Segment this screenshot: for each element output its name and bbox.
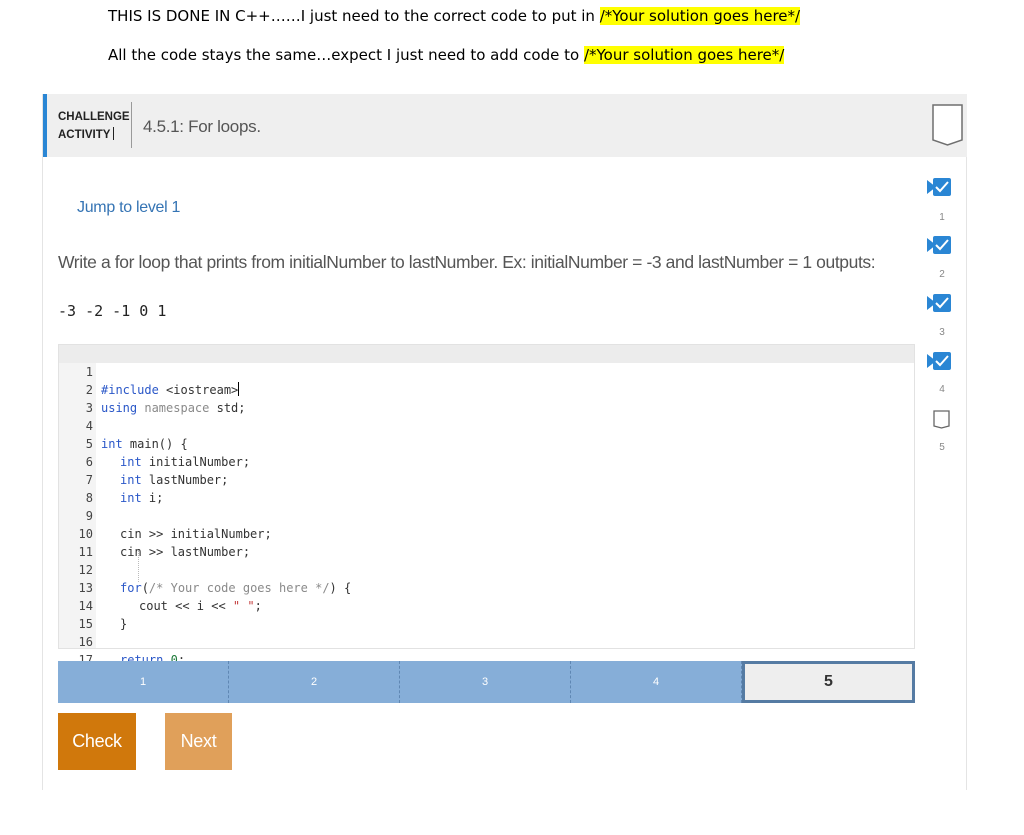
editor-caret: [238, 382, 239, 396]
code-type: int: [120, 455, 142, 469]
code-keyword: using: [101, 401, 137, 415]
code-text: ;: [255, 599, 262, 613]
code-line: 8: [59, 471, 102, 489]
code-line: 4 int main() {: [59, 399, 102, 417]
challenge-prompt: Write a for loop that prints from initia…: [58, 252, 875, 273]
code-text: }: [120, 615, 127, 633]
code-line: 5 int initialNumber;: [59, 417, 102, 435]
step-1-check-icon[interactable]: [933, 178, 951, 196]
challenge-activity-label: CHALLENGE ACTIVITY: [58, 108, 130, 144]
code-string: " ": [233, 599, 255, 613]
code-text: i;: [142, 491, 164, 505]
sample-output: -3 -2 -1 0 1: [58, 302, 166, 320]
step-4-check-icon[interactable]: [933, 352, 951, 370]
header-divider: [131, 102, 132, 148]
step-2-check-icon[interactable]: [933, 236, 951, 254]
check-button[interactable]: Check: [58, 713, 136, 770]
code-text: (: [142, 581, 149, 595]
code-line: 3: [59, 381, 102, 399]
include-directive: #include: [101, 383, 159, 397]
indent-guide: [138, 550, 139, 582]
code-editor[interactable]: 1 #include <iostream> 2 using namespace …: [58, 344, 915, 649]
include-header: <iostream>: [159, 383, 238, 397]
code-line: 15: [59, 597, 102, 615]
active-line-highlight: [59, 345, 914, 363]
annotation-line-2-text: All the code stays the same…expect I jus…: [108, 46, 584, 64]
annotation-line-2: All the code stays the same…expect I jus…: [108, 46, 784, 64]
code-type: int: [120, 491, 142, 505]
code-line: 2 using namespace std;: [59, 363, 102, 381]
code-text: cin >> initialNumber;: [120, 525, 272, 543]
challenge-label-line2: ACTIVITY: [58, 129, 110, 141]
step-4-number: 4: [933, 384, 951, 395]
next-button[interactable]: Next: [165, 713, 232, 770]
code-text: ) {: [330, 581, 352, 595]
activity-title: 4.5.1: For loops.: [143, 117, 261, 137]
code-keyword: for: [120, 581, 142, 595]
code-line: 6 int lastNumber;: [59, 435, 102, 453]
code-line: 10 cin >> lastNumber;: [59, 507, 102, 525]
step-3-number: 3: [933, 327, 951, 338]
code-text: cin >> lastNumber;: [120, 543, 250, 561]
annotation-line-1-text: THIS IS DONE IN C++……I just need to the …: [108, 7, 600, 25]
jump-to-level-link[interactable]: Jump to level 1: [77, 199, 180, 217]
code-type: int: [101, 437, 123, 451]
code-line: 14 }: [59, 579, 102, 597]
challenge-activity-panel: CHALLENGE ACTIVITY 4.5.1: For loops. Jum…: [42, 94, 967, 790]
annotation-line-2-highlight: /*Your solution goes here*/: [584, 46, 784, 64]
level-2-segment[interactable]: 2: [229, 661, 400, 703]
level-1-segment[interactable]: 1: [58, 661, 229, 703]
step-1-number: 1: [933, 212, 951, 223]
code-keyword: namespace: [137, 401, 209, 415]
code-text: cout << i <<: [139, 599, 233, 613]
bookmark-icon[interactable]: [932, 104, 963, 146]
activity-header: CHALLENGE ACTIVITY 4.5.1: For loops.: [43, 94, 967, 157]
level-3-segment[interactable]: 3: [400, 661, 571, 703]
level-progress-bar: 1 2 3 4 5: [58, 661, 915, 703]
step-3-check-icon[interactable]: [933, 294, 951, 312]
code-line: 17 }: [59, 633, 102, 651]
code-line: 9 cin >> initialNumber;: [59, 489, 102, 507]
code-line: 16 return 0;: [59, 615, 102, 633]
code-line: 13 cout << i << " ";: [59, 561, 102, 579]
code-type: int: [120, 473, 142, 487]
code-line: 11: [59, 525, 102, 543]
level-4-segment[interactable]: 4: [571, 661, 742, 703]
step-2-number: 2: [933, 269, 951, 280]
code-line: 7 int i;: [59, 453, 102, 471]
code-text: std;: [209, 401, 245, 415]
step-5-empty-icon[interactable]: [933, 410, 950, 429]
level-5-segment[interactable]: 5: [742, 661, 915, 703]
solution-placeholder-comment[interactable]: /* Your code goes here */: [149, 581, 330, 595]
challenge-label-line1: CHALLENGE: [58, 108, 130, 126]
text-cursor: [113, 127, 114, 140]
annotation-line-1: THIS IS DONE IN C++……I just need to the …: [108, 7, 800, 25]
annotation-line-1-highlight: /*Your solution goes here*/: [600, 7, 800, 25]
code-text: lastNumber;: [142, 473, 229, 487]
step-5-number: 5: [933, 442, 951, 453]
code-text: main() {: [123, 437, 188, 451]
code-line: 12 for(/* Your code goes here */) {: [59, 543, 102, 561]
code-line: 1 #include <iostream>: [59, 345, 102, 363]
code-text: initialNumber;: [142, 455, 250, 469]
